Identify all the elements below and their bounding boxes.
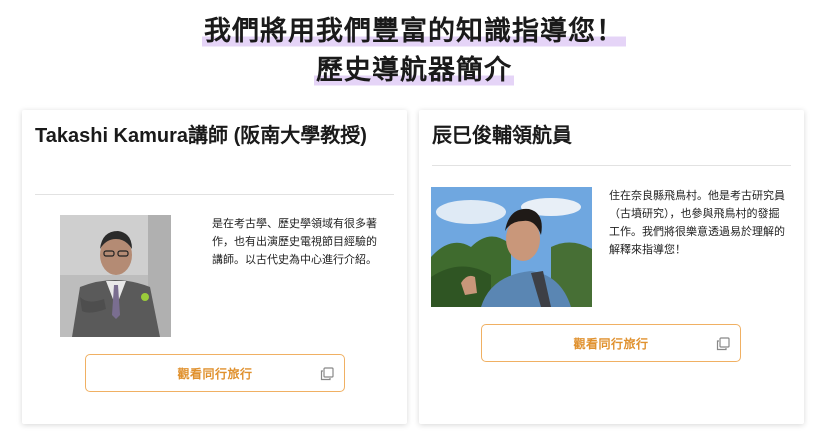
view-tour-button[interactable]: 觀看同行旅行	[85, 354, 345, 392]
guide-bio: 是在考古學、歷史學領域有很多著作，也有出演歷史電視節目經驗的講師。以古代史為中心…	[212, 217, 377, 266]
heading-line-2: 歷史導航器簡介	[314, 53, 514, 89]
heading-line-1: 我們將用我們豐富的知識指導您！	[202, 14, 626, 50]
copy-icon	[320, 366, 334, 381]
copy-icon	[716, 336, 730, 351]
guide-card-tatsumi: 辰巳俊輔領航員 住在奈良縣飛鳥村。他是考古研究員（古墳研究），也參與飛鳥村的發掘…	[419, 110, 804, 424]
card-divider	[432, 165, 791, 166]
guide-name: Takashi Kamura講師 (阪南大學教授)	[35, 125, 367, 147]
button-label: 觀看同行旅行	[177, 366, 253, 381]
guide-photo	[60, 215, 171, 337]
guide-photo	[431, 187, 592, 307]
guide-name: 辰巳俊輔領航員	[432, 125, 572, 147]
guide-card-kamura: Takashi Kamura講師 (阪南大學教授) 是在考古學、歷史學領域有很多…	[22, 110, 407, 424]
guide-bio: 住在奈良縣飛鳥村。他是考古研究員（古墳研究），也參與飛鳥村的發掘工作。我們將很樂…	[609, 189, 785, 256]
card-divider	[35, 194, 394, 195]
button-label: 觀看同行旅行	[573, 336, 649, 351]
view-tour-button[interactable]: 觀看同行旅行	[481, 324, 741, 362]
